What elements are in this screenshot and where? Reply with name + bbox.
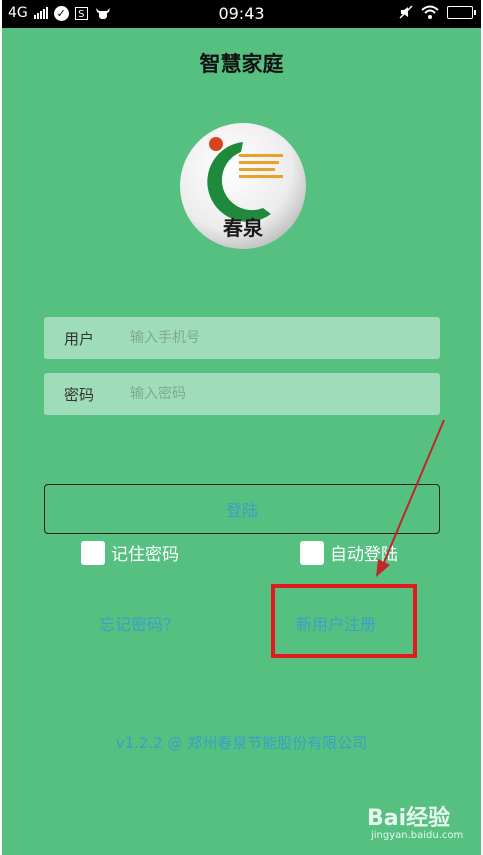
annotation-arrow bbox=[376, 419, 445, 577]
password-label: 密码 bbox=[64, 385, 95, 404]
app-title: 智慧家庭 bbox=[199, 52, 284, 76]
logo-text: 春泉 bbox=[222, 216, 264, 240]
remember-password-option[interactable]: 记住密码 bbox=[81, 540, 179, 565]
highlight-box bbox=[271, 584, 417, 658]
remember-password-label: 记住密码 bbox=[111, 545, 179, 565]
status-right bbox=[399, 5, 476, 19]
phone-screen: 4G ✓ S 09:43 智慧家庭 春泉 用户 输入手机号 密码 登陆 记住密码… bbox=[2, 0, 481, 855]
password-field[interactable]: 密码 bbox=[44, 373, 440, 415]
battery-icon bbox=[447, 5, 476, 19]
logo: 春泉 bbox=[180, 123, 306, 249]
forgot-password-link[interactable]: 忘记密码？ bbox=[99, 611, 179, 635]
username-label: 用户 bbox=[64, 329, 95, 348]
username-input[interactable] bbox=[128, 329, 422, 347]
auto-login-checkbox[interactable] bbox=[300, 540, 324, 565]
status-bar: 4G ✓ S 09:43 bbox=[2, 0, 481, 28]
version-footer: v1.2.2 @ 郑州春泉节能股份有限公司 bbox=[115, 734, 368, 752]
watermark-brand: Bai经验 bbox=[367, 806, 451, 831]
mute-icon bbox=[399, 5, 413, 19]
username-field[interactable]: 用户 bbox=[44, 317, 440, 359]
baidu-watermark: Bai经验 jingyan.baidu.com bbox=[367, 800, 477, 848]
watermark-url: jingyan.baidu.com bbox=[371, 830, 464, 841]
wifi-icon bbox=[421, 5, 439, 19]
password-input[interactable] bbox=[128, 385, 422, 403]
remember-password-checkbox[interactable] bbox=[81, 540, 105, 565]
